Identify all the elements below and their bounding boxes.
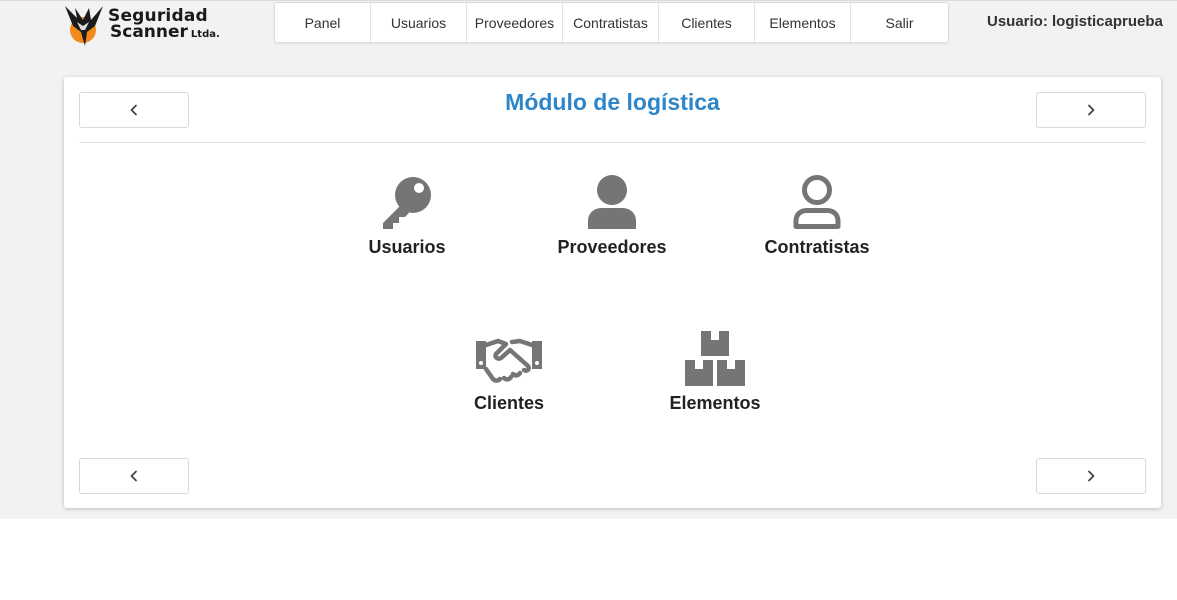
- module-elementos-label: Elementos: [669, 393, 761, 413]
- module-contratistas-label: Contratistas: [764, 237, 870, 257]
- key-icon: [383, 177, 431, 229]
- logistics-module-card: Módulo de logística Usuarios Proveedores…: [64, 77, 1161, 508]
- chevron-left-icon: [130, 470, 137, 482]
- brand-line2: Scanner Ltda.: [108, 24, 220, 43]
- user-outline-icon: [793, 175, 841, 229]
- nav-item-elementos[interactable]: Elementos: [755, 3, 851, 42]
- module-usuarios-label: Usuarios: [368, 237, 446, 257]
- nav-item-contratistas[interactable]: Contratistas: [563, 3, 659, 42]
- brand-text: Seguridad Scanner Ltda.: [108, 8, 220, 43]
- chevron-right-icon: [1088, 104, 1095, 116]
- module-contratistas[interactable]: Contratistas: [747, 173, 887, 258]
- title-divider: [79, 142, 1146, 143]
- boxes-icon: [685, 331, 745, 386]
- prev-button-bottom[interactable]: [79, 458, 189, 494]
- nav-item-usuarios[interactable]: Usuarios: [371, 3, 467, 42]
- module-elementos[interactable]: Elementos: [645, 329, 785, 414]
- module-proveedores[interactable]: Proveedores: [542, 173, 682, 258]
- top-navigation: Panel Usuarios Proveedores Contratistas …: [274, 2, 949, 43]
- eagle-logo-icon: [65, 6, 103, 46]
- chevron-right-icon: [1088, 470, 1095, 482]
- brand-logo[interactable]: Seguridad Scanner Ltda.: [63, 2, 253, 48]
- user-solid-icon: [588, 175, 636, 229]
- module-usuarios[interactable]: Usuarios: [337, 173, 477, 258]
- nav-item-panel[interactable]: Panel: [275, 3, 371, 42]
- brand-suffix: Ltda.: [190, 29, 220, 40]
- nav-item-clientes[interactable]: Clientes: [659, 3, 755, 42]
- module-clientes-label: Clientes: [473, 393, 545, 413]
- current-user-label: Usuario: logisticaprueba: [987, 13, 1163, 30]
- brand-line2-text: Scanner: [110, 22, 188, 42]
- handshake-icon: [476, 338, 542, 383]
- next-button-top[interactable]: [1036, 92, 1146, 128]
- module-clientes[interactable]: Clientes: [439, 329, 579, 414]
- nav-item-proveedores[interactable]: Proveedores: [467, 3, 563, 42]
- module-proveedores-label: Proveedores: [557, 237, 667, 257]
- next-button-bottom[interactable]: [1036, 458, 1146, 494]
- nav-item-salir[interactable]: Salir: [851, 3, 948, 42]
- page-title: Módulo de logística: [505, 89, 720, 115]
